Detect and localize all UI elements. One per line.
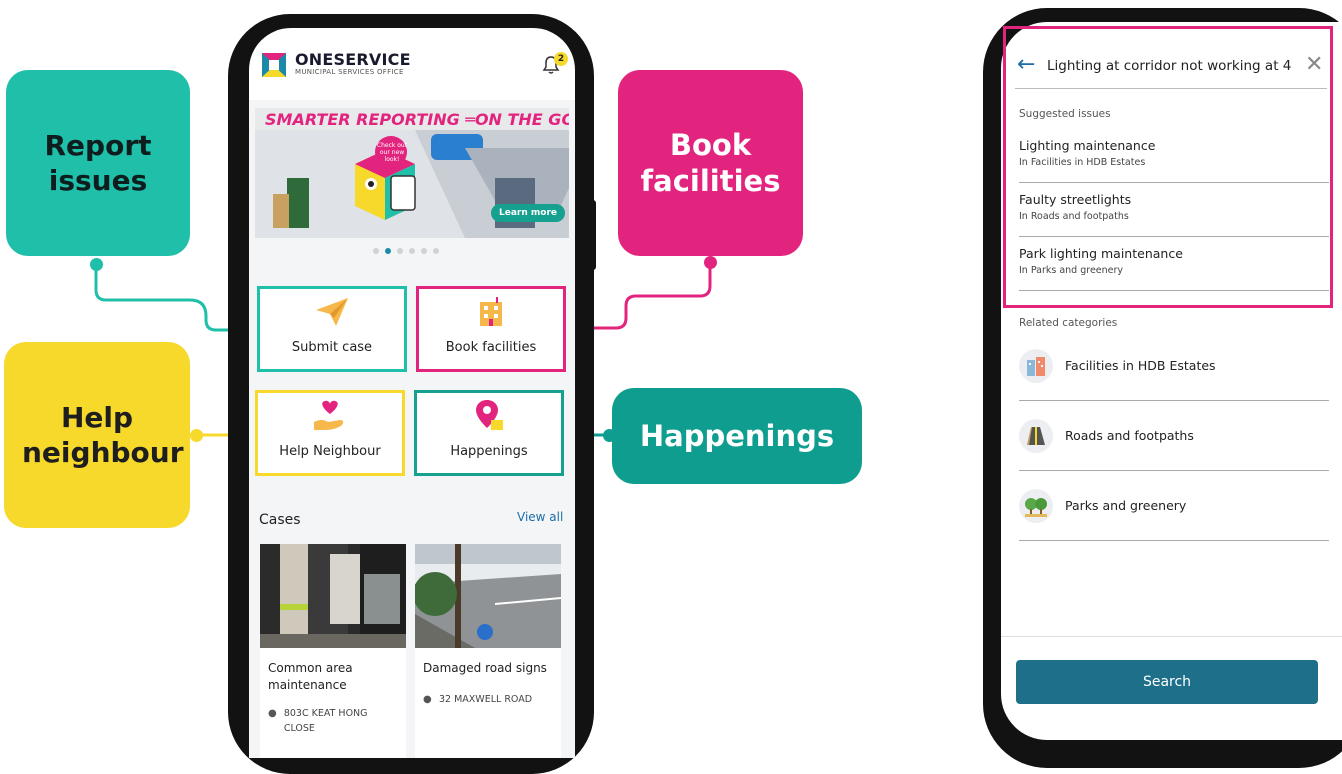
category-label: Roads and footpaths bbox=[1065, 428, 1194, 443]
category-item[interactable]: Facilities in HDB Estates bbox=[1019, 331, 1329, 401]
submit-case-tile[interactable]: Submit case bbox=[257, 286, 407, 372]
happenings-tile[interactable]: Happenings bbox=[414, 390, 564, 476]
connector-dot-book bbox=[704, 256, 717, 269]
case-card[interactable]: Damaged road signs ● 32 MAXWELL ROAD bbox=[415, 544, 561, 758]
pager-dot[interactable] bbox=[409, 248, 415, 254]
hdb-building-icon bbox=[1019, 348, 1053, 383]
location-pin-icon: ● bbox=[268, 708, 277, 719]
banner-section: SMARTER REPORTING ═ON THE GO Check out o… bbox=[249, 100, 575, 272]
search-button[interactable]: Search bbox=[1016, 660, 1318, 704]
tile-label: Happenings bbox=[450, 444, 528, 459]
phone-side-button bbox=[230, 212, 236, 258]
callout-book-facilities: Book facilities bbox=[618, 70, 803, 256]
paper-plane-icon bbox=[316, 298, 348, 326]
tile-label: Help Neighbour bbox=[279, 444, 381, 459]
pager-dot[interactable] bbox=[373, 248, 379, 254]
case-location-text: 32 MAXWELL ROAD bbox=[439, 694, 533, 705]
tile-label: Submit case bbox=[291, 340, 373, 355]
pager-dot[interactable] bbox=[421, 248, 427, 254]
case-photo bbox=[260, 544, 406, 648]
app-subtitle: MUNICIPAL SERVICES OFFICE bbox=[295, 68, 404, 76]
case-location: ● 803C KEAT HONG CLOSE bbox=[268, 706, 400, 736]
connector-dot-help bbox=[190, 429, 203, 442]
trees-icon bbox=[1019, 488, 1053, 523]
learn-more-button[interactable]: Learn more bbox=[491, 204, 565, 222]
cases-section: Cases View all Common area maintenance ● bbox=[249, 496, 575, 758]
footer-divider bbox=[1001, 636, 1342, 637]
building-icon bbox=[480, 297, 502, 326]
case-card[interactable]: Common area maintenance ● 803C KEAT HONG… bbox=[260, 544, 406, 758]
callout-report-issues: Report issues bbox=[6, 70, 190, 256]
case-name: Damaged road signs bbox=[423, 661, 547, 675]
help-neighbour-tile[interactable]: Help Neighbour bbox=[255, 390, 405, 476]
oneservice-logo-icon bbox=[262, 53, 286, 77]
callout-help-neighbour: Help neighbour bbox=[4, 342, 190, 528]
book-facilities-tile[interactable]: Book facilities bbox=[416, 286, 566, 372]
pager-dot[interactable] bbox=[397, 248, 403, 254]
suggested-issues-highlight bbox=[1003, 26, 1333, 308]
home-screen: ONESERVICE MUNICIPAL SERVICES OFFICE 2 S… bbox=[249, 28, 575, 758]
case-name: Common area maintenance bbox=[268, 661, 353, 692]
heart-hand-icon bbox=[314, 400, 344, 430]
app-name: ONESERVICE bbox=[295, 50, 411, 69]
callout-happenings: Happenings bbox=[612, 388, 862, 484]
related-categories-label: Related categories bbox=[1019, 317, 1118, 329]
location-pin-icon: ● bbox=[423, 694, 432, 705]
cases-title: Cases bbox=[259, 512, 301, 528]
promo-banner[interactable]: SMARTER REPORTING ═ON THE GO Check out o… bbox=[255, 108, 569, 238]
phone-side-button bbox=[230, 156, 236, 182]
notification-badge: 2 bbox=[554, 52, 568, 66]
pager-dot[interactable] bbox=[433, 248, 439, 254]
map-pin-icon bbox=[476, 400, 503, 430]
category-item[interactable]: Roads and footpaths bbox=[1019, 401, 1329, 471]
category-label: Facilities in HDB Estates bbox=[1065, 358, 1216, 373]
pager-dot-active[interactable] bbox=[385, 248, 391, 254]
connector-dot-report bbox=[90, 258, 103, 271]
case-photo bbox=[415, 544, 561, 648]
banner-pager[interactable] bbox=[373, 248, 439, 254]
category-item[interactable]: Parks and greenery bbox=[1019, 471, 1329, 541]
view-all-link[interactable]: View all bbox=[517, 510, 563, 524]
road-icon bbox=[1019, 418, 1053, 453]
banner-headline: SMARTER REPORTING ═ON THE GO bbox=[265, 110, 569, 129]
phone-side-button bbox=[590, 200, 596, 270]
banner-bubble-text: Check out our new look! bbox=[376, 142, 408, 163]
tile-label: Book facilities bbox=[445, 340, 537, 355]
case-location-text: 803C KEAT HONG CLOSE bbox=[283, 708, 368, 734]
case-location: ● 32 MAXWELL ROAD bbox=[423, 692, 555, 707]
category-label: Parks and greenery bbox=[1065, 498, 1187, 513]
